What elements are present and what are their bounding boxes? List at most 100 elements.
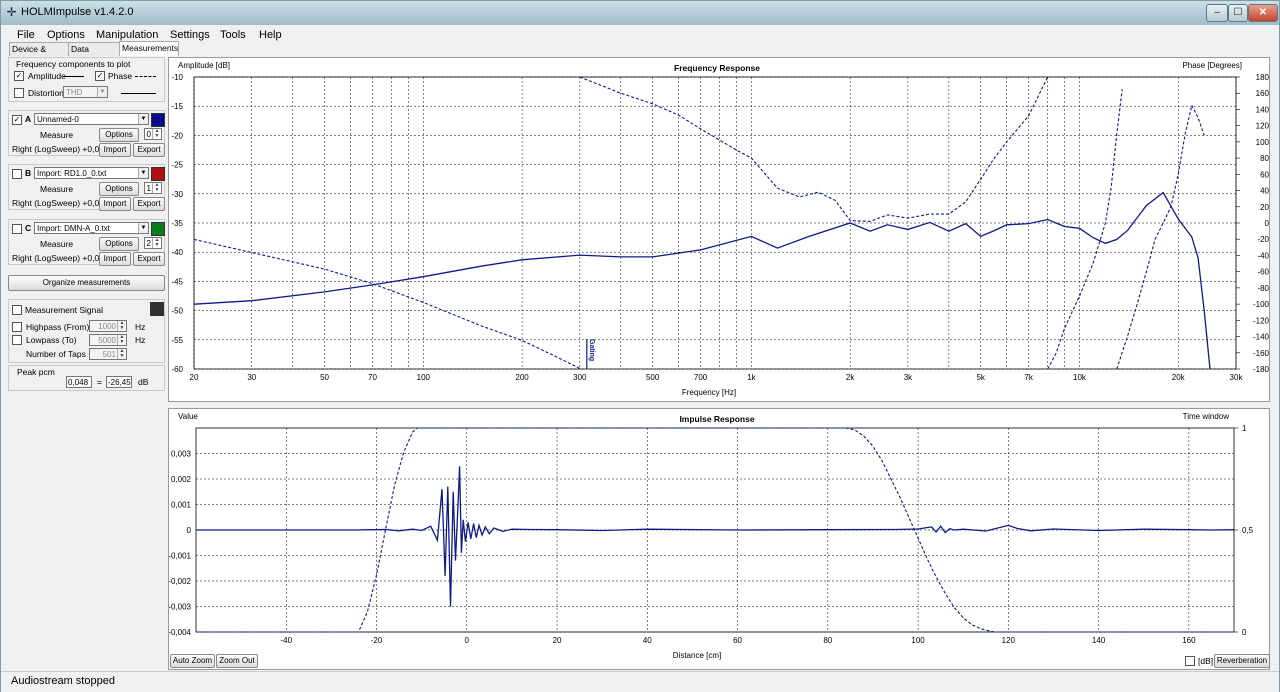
freq-x-tick-label: 10k	[1073, 373, 1087, 382]
highpass-checkbox[interactable]	[12, 322, 22, 332]
taps-input[interactable]: 501 ▲ ▼	[89, 348, 127, 360]
slot-a-index-value: 0	[146, 130, 151, 139]
slot-b-select[interactable]: Import: RD1.0_0.txt ▼	[34, 167, 149, 179]
slot-b-export-button[interactable]: Export	[133, 197, 165, 211]
slot-a-index-spinner[interactable]: 0 ▲ ▼	[144, 128, 162, 140]
freq-y-tick-label: -35	[171, 219, 183, 228]
impulse-response-chart[interactable]: -40 -20 0 20 40 60 80 100 120 140 160 0,003 0,002 0,0…	[168, 408, 1270, 670]
freq-x-tick-label: 300	[573, 373, 587, 382]
freq-y2-tick-label: -60	[1257, 268, 1269, 277]
freq-x-tick-label: 5k	[976, 373, 985, 382]
slot-c-color-swatch[interactable]	[151, 222, 165, 236]
slot-a-import-button[interactable]: Import	[99, 143, 131, 157]
spinner-arrows-icon: ▲ ▼	[152, 129, 161, 139]
highpass-input[interactable]: 1000 ▲ ▼	[89, 320, 127, 332]
amplitude-label: Amplitude	[28, 71, 66, 81]
highpass-value: 1000	[98, 322, 116, 331]
status-text: Audiostream stopped	[11, 675, 115, 687]
freq-chart-title: Frequency Response	[674, 63, 760, 73]
db-label: [dB]	[1198, 656, 1214, 666]
db-checkbox[interactable]	[1185, 656, 1195, 666]
imp-x-axis-label: Distance [cm]	[673, 651, 721, 660]
slot-c-checkbox[interactable]	[12, 224, 22, 234]
frequency-response-plot: -10 -15 -20 -25 -30 -35 -40 -45 -50 -55 -60 20 30 50 7…	[171, 61, 1269, 397]
organize-measurements-button[interactable]: Organize measurements	[8, 275, 165, 291]
slot-a-measure-label[interactable]: Measure	[40, 130, 73, 140]
slot-b-color-swatch[interactable]	[151, 167, 165, 181]
freq-x-tick-label: 70	[368, 373, 377, 382]
imp-y2-tick-label: 1	[1242, 424, 1247, 433]
menu-tools[interactable]: Tools	[220, 29, 246, 41]
slot-b-measure-label[interactable]: Measure	[40, 184, 73, 194]
freq-left-axis-label: Amplitude [dB]	[178, 61, 230, 70]
freq-y2-tick-label: 0	[1265, 219, 1269, 228]
slot-b-options-button[interactable]: Options	[99, 182, 139, 196]
freq-y2-tick-label: -140	[1253, 333, 1269, 342]
freq-y2-tick-label: -80	[1257, 284, 1269, 293]
auto-zoom-button[interactable]: Auto Zoom	[170, 654, 215, 668]
slot-c-export-button[interactable]: Export	[133, 252, 165, 266]
slot-a-color-swatch[interactable]	[151, 113, 165, 127]
slot-a-checkbox[interactable]: ✓	[12, 115, 22, 125]
peak-equals: =	[97, 377, 102, 387]
imp-y-tick-label: 0,002	[171, 475, 192, 484]
slot-c-options-button[interactable]: Options	[99, 237, 139, 251]
slot-c-import-button[interactable]: Import	[99, 252, 131, 266]
phase-checkbox[interactable]: ✓	[95, 71, 105, 81]
freq-y-tick-label: -60	[171, 365, 183, 374]
peak-title: Peak pcm	[17, 367, 55, 377]
lowpass-input[interactable]: 5000 ▲ ▼	[89, 334, 127, 346]
lowpass-unit: Hz	[135, 335, 146, 345]
amplitude-checkbox[interactable]: ✓	[14, 71, 24, 81]
menu-help[interactable]: Help	[259, 29, 282, 41]
slot-b-index-spinner[interactable]: 1 ▲ ▼	[144, 182, 162, 194]
frequency-response-chart[interactable]: -10 -15 -20 -25 -30 -35 -40 -45 -50 -55 -60 20 30 50 7…	[168, 57, 1270, 402]
tab-measurements[interactable]: Measurements	[119, 41, 179, 56]
freq-x-tick-label: 200	[515, 373, 529, 382]
slot-a-options-button[interactable]: Options	[99, 128, 139, 142]
slot-a-export-button[interactable]: Export	[133, 143, 165, 157]
menu-bar: File Options Manipulation Settings Tools…	[1, 26, 1279, 44]
maximize-button[interactable]: ☐	[1228, 4, 1248, 22]
distortion-line-legend	[121, 93, 156, 94]
slot-a-select[interactable]: Unnamed-0 ▼	[34, 113, 149, 125]
signal-color-swatch[interactable]	[150, 302, 164, 316]
slot-b-import-button[interactable]: Import	[99, 197, 131, 211]
freq-y2-tick-label: 80	[1260, 154, 1269, 163]
window-title: HOLMImpulse v1.4.2.0	[21, 6, 134, 18]
spinner-arrows-icon: ▲ ▼	[152, 238, 161, 248]
imp-x-tick-label: 120	[1002, 636, 1016, 645]
slot-c-measure-label[interactable]: Measure	[40, 239, 73, 249]
slot-c-select[interactable]: Import: DMN-A_0.txt ▼	[34, 222, 149, 234]
freq-y2-tick-label: 180	[1256, 73, 1269, 82]
menu-manipulation[interactable]: Manipulation	[96, 29, 158, 41]
tab-device-signal[interactable]: Device & Signal	[9, 42, 70, 67]
slot-c-index-spinner[interactable]: 2 ▲ ▼	[144, 237, 162, 249]
menu-settings[interactable]: Settings	[170, 29, 210, 41]
measurement-signal-checkbox[interactable]	[12, 305, 22, 315]
lowpass-checkbox[interactable]	[12, 335, 22, 345]
status-bar: Audiostream stopped	[1, 671, 1279, 692]
menu-options[interactable]: Options	[47, 29, 85, 41]
distortion-type-select[interactable]: THD ▼	[63, 86, 108, 98]
highpass-unit: Hz	[135, 322, 146, 332]
spinner-arrows-icon: ▲ ▼	[152, 183, 161, 193]
freq-y2-tick-label: -100	[1253, 300, 1269, 309]
minimize-button[interactable]: ‒	[1206, 4, 1228, 22]
menu-file[interactable]: File	[17, 29, 35, 41]
zoom-out-button[interactable]: Zoom Out	[216, 654, 258, 668]
title-bar[interactable]: ✛ HOLMImpulse v1.4.2.0 ‒ ☐ ✕	[1, 1, 1279, 25]
imp-x-tick-label: 160	[1182, 636, 1196, 645]
tab-data-analysis[interactable]: Data analysis	[68, 42, 121, 67]
imp-x-tick-label: 40	[643, 636, 652, 645]
distortion-checkbox[interactable]	[14, 88, 24, 98]
reverberation-button[interactable]: Reverberation	[1214, 654, 1270, 668]
imp-x-tick-label: 100	[911, 636, 925, 645]
slot-b-letter: B	[25, 168, 32, 178]
freq-x-axis-label: Frequency [Hz]	[682, 388, 736, 397]
imp-y-tick-label: -0,001	[169, 552, 192, 561]
gating-marker-label: Gating	[588, 339, 595, 361]
close-button[interactable]: ✕	[1248, 4, 1278, 22]
imp-y2-tick-label: 0,5	[1242, 526, 1254, 535]
slot-b-checkbox[interactable]	[12, 169, 22, 179]
